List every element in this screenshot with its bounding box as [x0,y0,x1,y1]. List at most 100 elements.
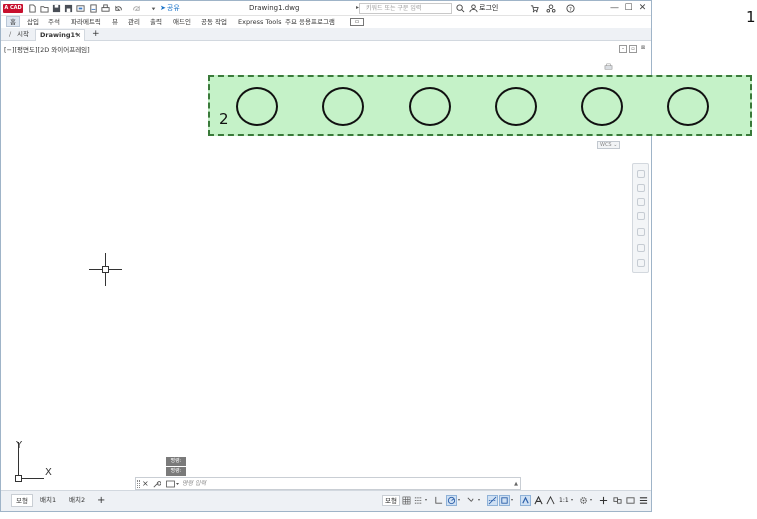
close-tab-icon[interactable]: × [76,30,81,41]
tab-parametric[interactable]: 파라메트릭 [71,17,101,27]
drawn-circle[interactable] [581,87,623,126]
add-tab-button[interactable]: + [88,29,104,41]
full-navigation-icon[interactable] [637,228,645,236]
snap-dropdown-icon[interactable]: ▾ [425,497,427,502]
drawn-circle[interactable] [409,87,451,126]
grid-icon[interactable] [402,496,411,505]
search-icon[interactable] [456,4,465,13]
ribbon-minimize-toggle[interactable]: ▭ [350,18,364,26]
polar-dropdown-icon[interactable]: ▾ [458,497,460,502]
annotation-visibility-icon[interactable] [546,496,555,505]
workspace-settings-icon[interactable] [579,496,588,505]
command-input[interactable]: 명령 입력 [182,479,206,489]
new-icon[interactable] [28,4,37,13]
command-line: × 명령 입력 ▲ [135,477,521,490]
close-button[interactable]: ✕ [637,3,648,14]
model-space-toggle[interactable]: 모형 [382,495,400,506]
navbar-settings-icon[interactable] [637,259,645,267]
recent-commands-icon[interactable] [166,480,179,488]
workspace-dropdown-icon[interactable]: ▾ [590,497,592,502]
redo-icon[interactable] [132,4,141,13]
drawn-circle[interactable] [667,87,709,126]
snap-icon[interactable] [414,496,423,505]
print-icon[interactable] [101,4,110,13]
osnap-icon[interactable] [499,495,510,506]
user-icon[interactable] [469,4,478,13]
drawn-circle[interactable] [322,87,364,126]
undo-icon[interactable] [114,4,123,13]
document-title: Drawing1.dwg [249,4,300,12]
isolate-objects-icon[interactable] [613,496,622,505]
scale-dropdown-icon[interactable]: ▾ [571,497,573,502]
command-close-icon[interactable]: × [142,479,149,489]
ucs-x-label: X [45,467,52,478]
layout-tab-layout2[interactable]: 배치2 [65,494,89,507]
save-icon[interactable] [52,4,61,13]
cart-icon[interactable] [530,4,539,13]
ortho-icon[interactable] [434,496,443,505]
showmotion-icon[interactable] [637,244,645,252]
tab-featured-apps[interactable]: 주요 응용프로그램 [285,17,335,27]
plot-icon[interactable] [89,4,98,13]
login-button[interactable]: 로그인 [479,3,498,14]
status-bar: 모형 배치1 배치2 + 모형 ▾ ▾ ▾ ▾ 1:1 ▾ ▾ [1,490,651,511]
annotation-scale[interactable]: 1:1 [559,496,569,505]
search-input[interactable]: 키워드 또는 구문 입력 [359,3,452,14]
tab-collaborate[interactable]: 공동 작업 [201,17,227,27]
drawn-circle[interactable] [236,87,278,126]
ucs-origin [15,475,22,482]
saveas-icon[interactable] [64,4,73,13]
viewport-close-icon[interactable]: ⊠ [639,45,647,53]
tab-manage[interactable]: 관리 [128,17,140,27]
add-layout-button[interactable]: + [93,494,109,507]
viewport-controls-label[interactable]: [−][평면도][2D 와이어프레임] [4,44,90,54]
menu-icon[interactable] [639,496,648,505]
steering-wheel-icon[interactable] [637,170,645,178]
help-icon[interactable]: ? [566,4,575,13]
viewport-minimize-icon[interactable]: – [619,45,627,53]
annotation-scale-a-icon[interactable] [534,496,543,505]
isodraft-icon[interactable] [466,496,475,505]
drawn-circle[interactable] [495,87,537,126]
tab-addins[interactable]: 애드인 [173,17,191,27]
share-button[interactable]: ➤공유 [159,3,180,14]
tab-start[interactable]: 시작 [13,29,33,41]
tab-drawing1[interactable]: Drawing1* × [35,29,85,41]
app-logo[interactable]: A CAD [3,4,23,13]
customize-wrench-icon[interactable] [152,480,162,489]
crosshair-pickbox [102,266,109,273]
tab-annotate[interactable]: 주석 [48,17,60,27]
lineweight-icon[interactable] [520,495,531,506]
tab-output[interactable]: 출력 [150,17,162,27]
tab-express-tools[interactable]: Express Tools [238,17,281,27]
layout-tab-layout1[interactable]: 배치1 [36,494,60,507]
isodraft-dropdown-icon[interactable]: ▾ [478,497,480,502]
tab-insert[interactable]: 삽입 [27,17,39,27]
connect-icon[interactable] [546,4,556,13]
object-tracking-icon[interactable] [487,495,498,506]
highlighted-region [208,75,752,136]
zoom-icon[interactable] [637,198,645,206]
command-line-grip[interactable] [137,480,140,488]
annotation-label-1: 1 [746,8,756,26]
command-scroll-up-icon[interactable]: ▲ [514,479,518,489]
annotation-label-2: 2 [219,110,229,128]
customize-dropdown-icon[interactable] [149,4,158,13]
open-icon[interactable] [40,4,49,13]
polar-tracking-icon[interactable] [446,495,457,506]
web-save-icon[interactable] [76,4,85,13]
orbit-icon[interactable] [637,212,645,220]
add-scale-icon[interactable] [599,496,608,505]
osnap-dropdown-icon[interactable]: ▾ [511,497,513,502]
pan-icon[interactable] [637,184,645,192]
minimize-button[interactable]: — [609,3,620,14]
wcs-menu[interactable]: WCS ⌄ [597,141,620,149]
tab-home[interactable]: 홈 [6,16,20,27]
fullscreen-icon[interactable] [626,496,635,505]
viewport-restore-icon[interactable]: ▫ [629,45,637,53]
viewcube-icon[interactable] [604,63,613,71]
maximize-button[interactable]: ☐ [623,3,634,14]
tab-view[interactable]: 뷰 [112,17,118,27]
file-tab-bar: / 시작 Drawing1* × + [1,28,651,41]
layout-tab-model[interactable]: 모형 [11,494,33,507]
